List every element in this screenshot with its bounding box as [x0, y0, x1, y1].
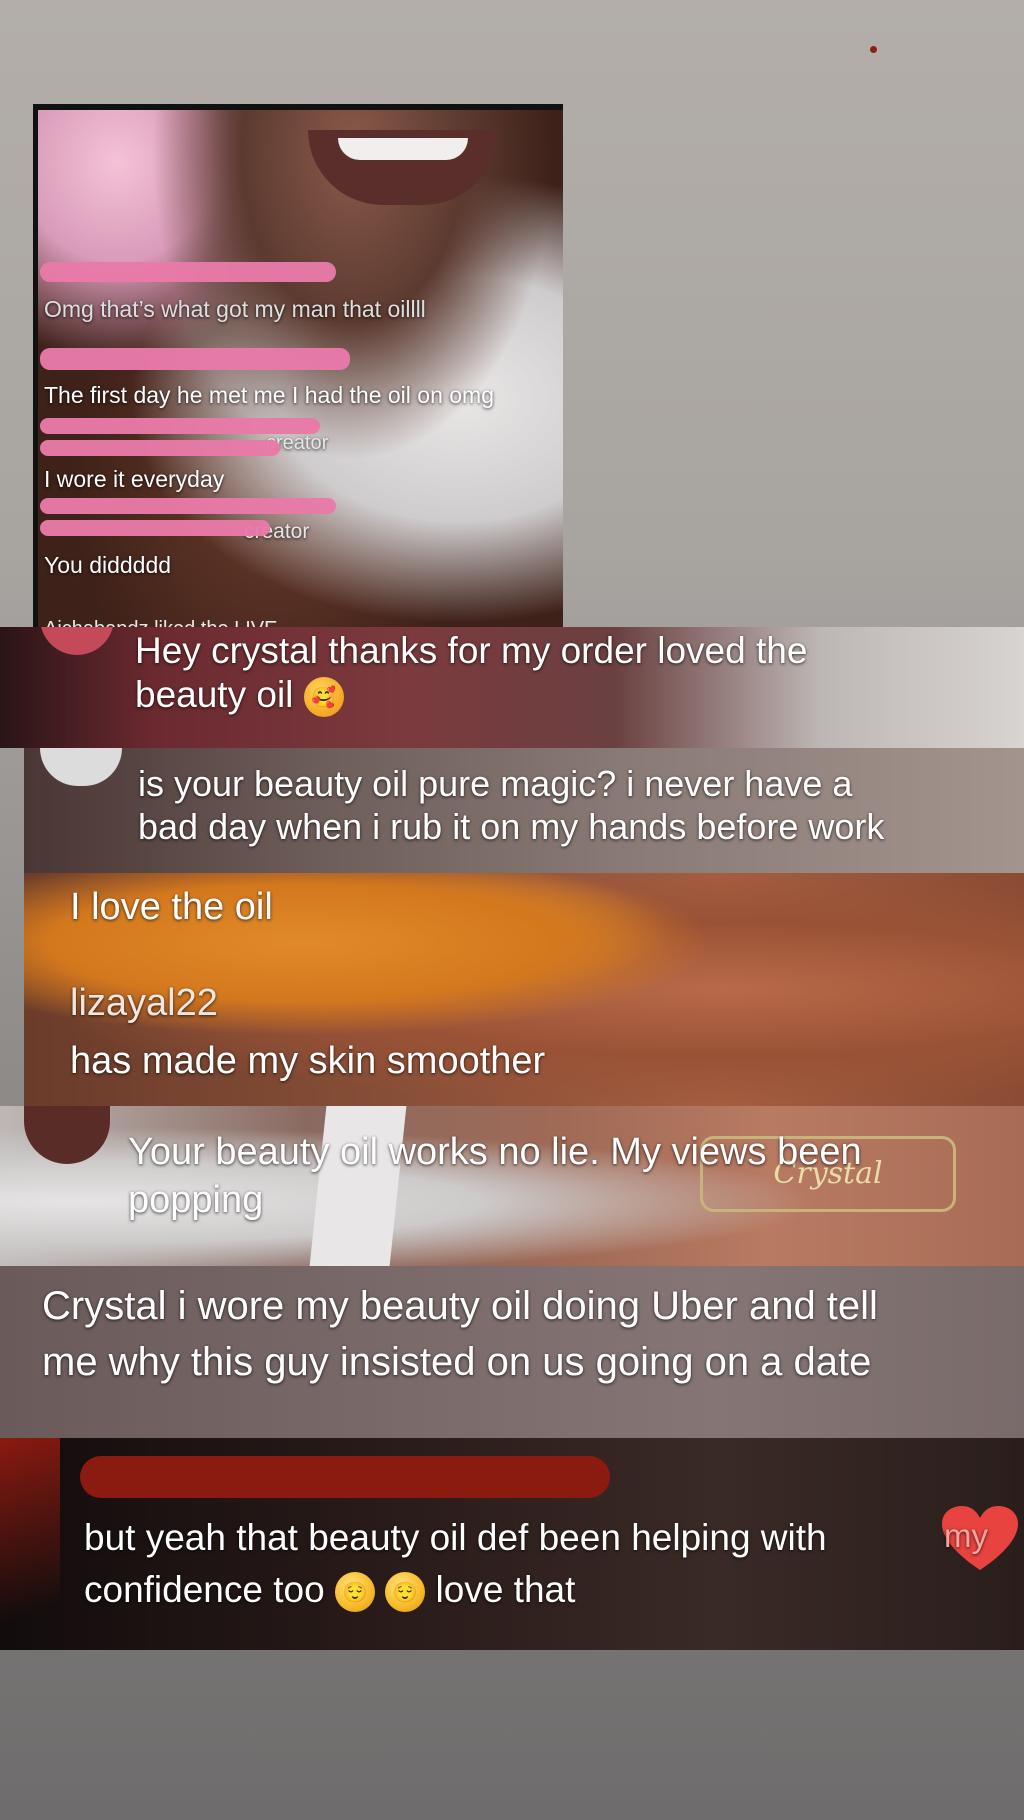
comment-line: has made my skin smoother	[70, 1040, 546, 1082]
comment-panel-3: I love the oil lizayal22 has made my ski…	[24, 873, 1024, 1106]
emoji-glyph: 🥰	[311, 687, 337, 710]
red-dot	[870, 46, 877, 53]
comment-line: me why this guy insisted on us going on …	[42, 1340, 872, 1384]
red-scribble	[0, 1438, 60, 1650]
comment-text: but yeah that beauty oil def been helpin…	[84, 1517, 827, 1558]
comment-line: beauty oil 🥰	[135, 673, 344, 718]
relieved-face-emoji: 😌	[385, 1572, 426, 1613]
comment-text: beauty oil	[135, 674, 294, 715]
comment-line: popping	[128, 1179, 264, 1221]
avatar	[40, 627, 114, 655]
comment-text: love that	[435, 1569, 576, 1610]
comment-2: The first day he met me I had the oil on…	[44, 382, 495, 408]
comment-username: lizayal22	[70, 982, 218, 1024]
comment-panel-6: but yeah that beauty oil def been helpin…	[0, 1438, 1024, 1650]
comment-line: Hey crystal thanks for my order loved th…	[135, 630, 808, 671]
comment-line: I love the oil	[70, 886, 273, 928]
comment-panel-2: is your beauty oil pure magic? i never h…	[24, 748, 1024, 873]
comment-panel-5: Crystal i wore my beauty oil doing Uber …	[0, 1266, 1024, 1438]
comment-line: Your beauty oil works no lie. My views b…	[128, 1131, 862, 1173]
relieved-face-emoji: 😌	[334, 1572, 375, 1613]
comment-line: bad day when i rub it on my hands before…	[138, 806, 885, 847]
comment-panel-4: Crystal Your beauty oil works no lie. My…	[0, 1106, 1024, 1266]
smiling-face-with-hearts-emoji: 🥰	[303, 677, 344, 718]
comment-line: is your beauty oil pure magic? i never h…	[138, 763, 853, 804]
username-redaction	[40, 498, 336, 514]
username-redaction	[40, 440, 280, 456]
avatar	[24, 1106, 110, 1164]
username-redaction	[40, 348, 350, 370]
comment-text: confidence too	[84, 1569, 325, 1610]
comment-1: Omg that’s what got my man that oillll	[44, 296, 426, 322]
comment-3: I wore it everyday	[44, 466, 225, 492]
username-redaction	[80, 1456, 610, 1498]
comment-panel-1: Hey crystal thanks for my order loved th…	[0, 627, 1024, 748]
comment-line: confidence too 😌 😌 love that	[84, 1568, 576, 1613]
emoji-glyph: 😌	[342, 1582, 368, 1605]
username-redaction	[40, 520, 270, 536]
teeth-image	[338, 138, 468, 160]
comment-line: but yeah that beauty oil def been helpin…	[84, 1516, 827, 1560]
username-redaction	[40, 262, 336, 282]
live-comments-screenshot: Omg that’s what got my man that oillll T…	[33, 104, 563, 635]
heart-icon[interactable]: my	[940, 1504, 1020, 1574]
comment-4: You diddddd	[44, 552, 172, 578]
comment-word-end: my	[944, 1517, 988, 1554]
avatar	[40, 748, 122, 786]
comment-line: Crystal i wore my beauty oil doing Uber …	[42, 1284, 878, 1328]
emoji-glyph: 😌	[392, 1582, 418, 1605]
